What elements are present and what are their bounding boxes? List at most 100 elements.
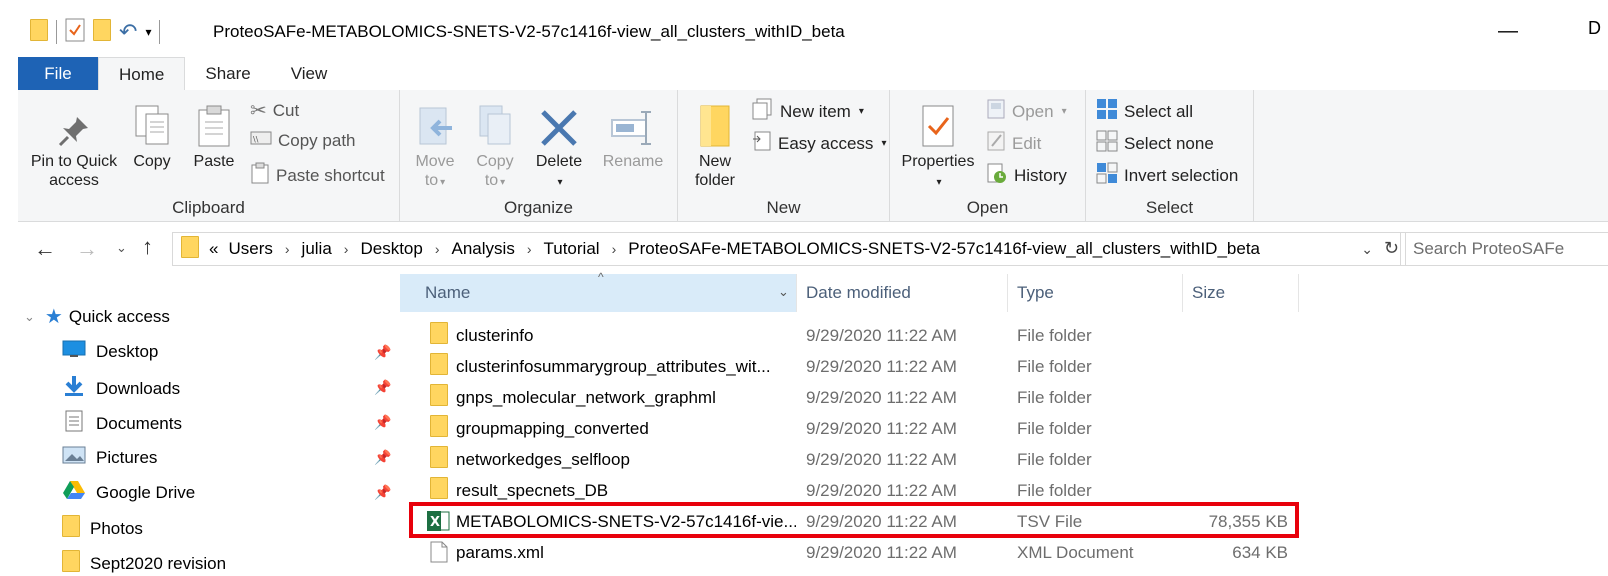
- desktop-icon: [62, 340, 86, 363]
- pin-icon[interactable]: 📌: [374, 484, 391, 501]
- file-type: File folder: [1017, 387, 1092, 407]
- folder-icon: [62, 515, 80, 542]
- file-type: File folder: [1017, 480, 1092, 500]
- properties-label: Properties: [901, 153, 975, 170]
- select-group-label: Select: [1145, 198, 1194, 217]
- pin-icon[interactable]: 📌: [374, 449, 391, 466]
- table-row[interactable]: networkedges_selfloop 9/29/2020 11:22 AM…: [400, 444, 1608, 475]
- file-name: clusterinfosummarygroup_attributes_wit..…: [456, 356, 771, 376]
- expand-chevron-icon[interactable]: ⌄: [24, 309, 35, 325]
- recent-locations-chevron-icon[interactable]: ⌄: [116, 240, 127, 256]
- pin-icon[interactable]: 📌: [374, 414, 391, 431]
- table-row[interactable]: gnps_molecular_network_graphml 9/29/2020…: [400, 382, 1608, 413]
- delete-x-icon: [528, 104, 590, 148]
- paste-button[interactable]: Paste: [186, 104, 242, 171]
- easy-access-button[interactable]: Easy access ▾: [752, 130, 886, 157]
- downloads-icon: [62, 375, 86, 402]
- nav-item-desktop[interactable]: Desktop: [62, 340, 158, 363]
- chevron-right-icon[interactable]: ›: [435, 241, 440, 257]
- pin-icon[interactable]: 📌: [374, 344, 391, 361]
- pin-to-quick-access-button[interactable]: Pin to Quick access: [24, 104, 124, 190]
- qat-divider: [56, 20, 57, 44]
- search-input[interactable]: Search ProteoSAFe: [1400, 232, 1608, 266]
- column-header-size[interactable]: Size: [1192, 274, 1292, 312]
- select-none-button[interactable]: Select none: [1096, 130, 1214, 157]
- chevron-right-icon[interactable]: ›: [344, 241, 349, 257]
- delete-button[interactable]: Delete ▾: [528, 104, 590, 192]
- up-arrow-icon[interactable]: ↑: [142, 234, 153, 260]
- move-to-label: Move to: [415, 153, 455, 189]
- breadcrumb-current-folder[interactable]: ProteoSAFe-METABOLOMICS-SNETS-V2-57c1416…: [628, 239, 1260, 259]
- select-group: Select all Select none Invert selection …: [1086, 90, 1254, 222]
- column-divider[interactable]: [1007, 274, 1008, 312]
- chevron-right-icon[interactable]: ›: [612, 241, 617, 257]
- move-to-button[interactable]: Move to ▾: [408, 104, 462, 192]
- new-item-label: New item: [780, 101, 851, 121]
- address-bar[interactable]: « Users › julia › Desktop › Analysis › T…: [172, 232, 1406, 266]
- new-folder-label: New folder: [694, 153, 736, 189]
- breadcrumb-julia[interactable]: julia: [302, 239, 332, 259]
- undo-icon[interactable]: ↶: [119, 19, 137, 45]
- column-header-name[interactable]: Name ^ ⌄: [400, 270, 796, 312]
- copy-to-button[interactable]: Copy to ▾: [468, 104, 522, 192]
- properties-check-icon[interactable]: [65, 18, 85, 47]
- nav-item-photos[interactable]: Photos: [62, 515, 143, 542]
- rename-label: Rename: [602, 153, 664, 170]
- quick-access-item[interactable]: ⌄ ★ Quick access: [24, 304, 170, 329]
- nav-item-sept2020-revision[interactable]: Sept2020 revision: [62, 550, 226, 576]
- column-header-date-modified[interactable]: Date modified: [806, 274, 1006, 312]
- breadcrumb-analysis[interactable]: Analysis: [452, 239, 515, 259]
- tab-view[interactable]: View: [271, 57, 348, 91]
- tab-home[interactable]: Home: [98, 57, 186, 91]
- chevron-down-icon[interactable]: ⌄: [778, 284, 789, 300]
- table-row[interactable]: params.xml 9/29/2020 11:22 AM XML Docume…: [400, 537, 1608, 568]
- history-button[interactable]: History: [986, 162, 1067, 189]
- file-type: XML Document: [1017, 542, 1134, 562]
- back-arrow-icon[interactable]: ←: [34, 236, 56, 262]
- select-all-button[interactable]: Select all: [1096, 98, 1193, 125]
- breadcrumb-tutorial[interactable]: Tutorial: [544, 239, 600, 259]
- table-row[interactable]: clusterinfosummarygroup_attributes_wit..…: [400, 351, 1608, 382]
- table-row[interactable]: clusterinfo 9/29/2020 11:22 AM File fold…: [400, 320, 1608, 351]
- nav-item-downloads[interactable]: Downloads: [62, 375, 180, 402]
- open-button[interactable]: Open ▾: [986, 98, 1067, 125]
- tab-share[interactable]: Share: [185, 57, 270, 91]
- column-divider[interactable]: [1298, 274, 1299, 312]
- forward-arrow-icon[interactable]: →: [76, 236, 98, 262]
- paste-icon: [186, 104, 242, 148]
- refresh-icon[interactable]: ↻: [1384, 238, 1399, 259]
- copy-icon: [126, 104, 178, 148]
- copy-path-button[interactable]: \\ Copy path: [250, 130, 356, 151]
- edit-button[interactable]: Edit: [986, 130, 1041, 157]
- folder-icon[interactable]: [30, 18, 48, 46]
- properties-button[interactable]: Properties ▾: [896, 104, 980, 192]
- chevron-right-icon[interactable]: ›: [285, 241, 290, 257]
- cut-button[interactable]: ✂ Cut: [250, 98, 299, 123]
- copy-button[interactable]: Copy: [126, 104, 178, 171]
- customize-qat-icon[interactable]: ▾: [145, 25, 151, 39]
- new-folder-icon[interactable]: [93, 18, 111, 46]
- tab-file[interactable]: File: [18, 57, 98, 91]
- minimize-button[interactable]: —: [1498, 20, 1518, 43]
- maximize-button[interactable]: D: [1588, 18, 1601, 39]
- column-divider[interactable]: [796, 274, 797, 312]
- rename-button[interactable]: Rename: [596, 104, 670, 171]
- paste-shortcut-button[interactable]: Paste shortcut: [250, 162, 385, 189]
- table-row[interactable]: groupmapping_converted 9/29/2020 11:22 A…: [400, 413, 1608, 444]
- nav-item-pictures[interactable]: Pictures: [62, 445, 157, 470]
- pin-icon[interactable]: 📌: [374, 379, 391, 396]
- breadcrumb-users[interactable]: Users: [228, 239, 272, 259]
- new-item-button[interactable]: New item ▾: [752, 98, 864, 125]
- nav-item-documents[interactable]: Documents: [62, 410, 182, 437]
- breadcrumb-desktop[interactable]: Desktop: [360, 239, 422, 259]
- svg-text:\\: \\: [253, 135, 259, 144]
- column-header-type[interactable]: Type: [1017, 274, 1182, 312]
- chevron-right-icon[interactable]: ›: [527, 241, 532, 257]
- address-history-chevron-icon[interactable]: ⌄: [1361, 241, 1373, 258]
- clipboard-group-label: Clipboard: [172, 198, 245, 217]
- new-folder-button[interactable]: New folder: [686, 104, 744, 190]
- nav-item-google-drive[interactable]: Google Drive: [62, 480, 195, 505]
- address-overflow[interactable]: «: [209, 239, 218, 259]
- column-divider[interactable]: [1182, 274, 1183, 312]
- invert-selection-button[interactable]: Invert selection: [1096, 162, 1238, 189]
